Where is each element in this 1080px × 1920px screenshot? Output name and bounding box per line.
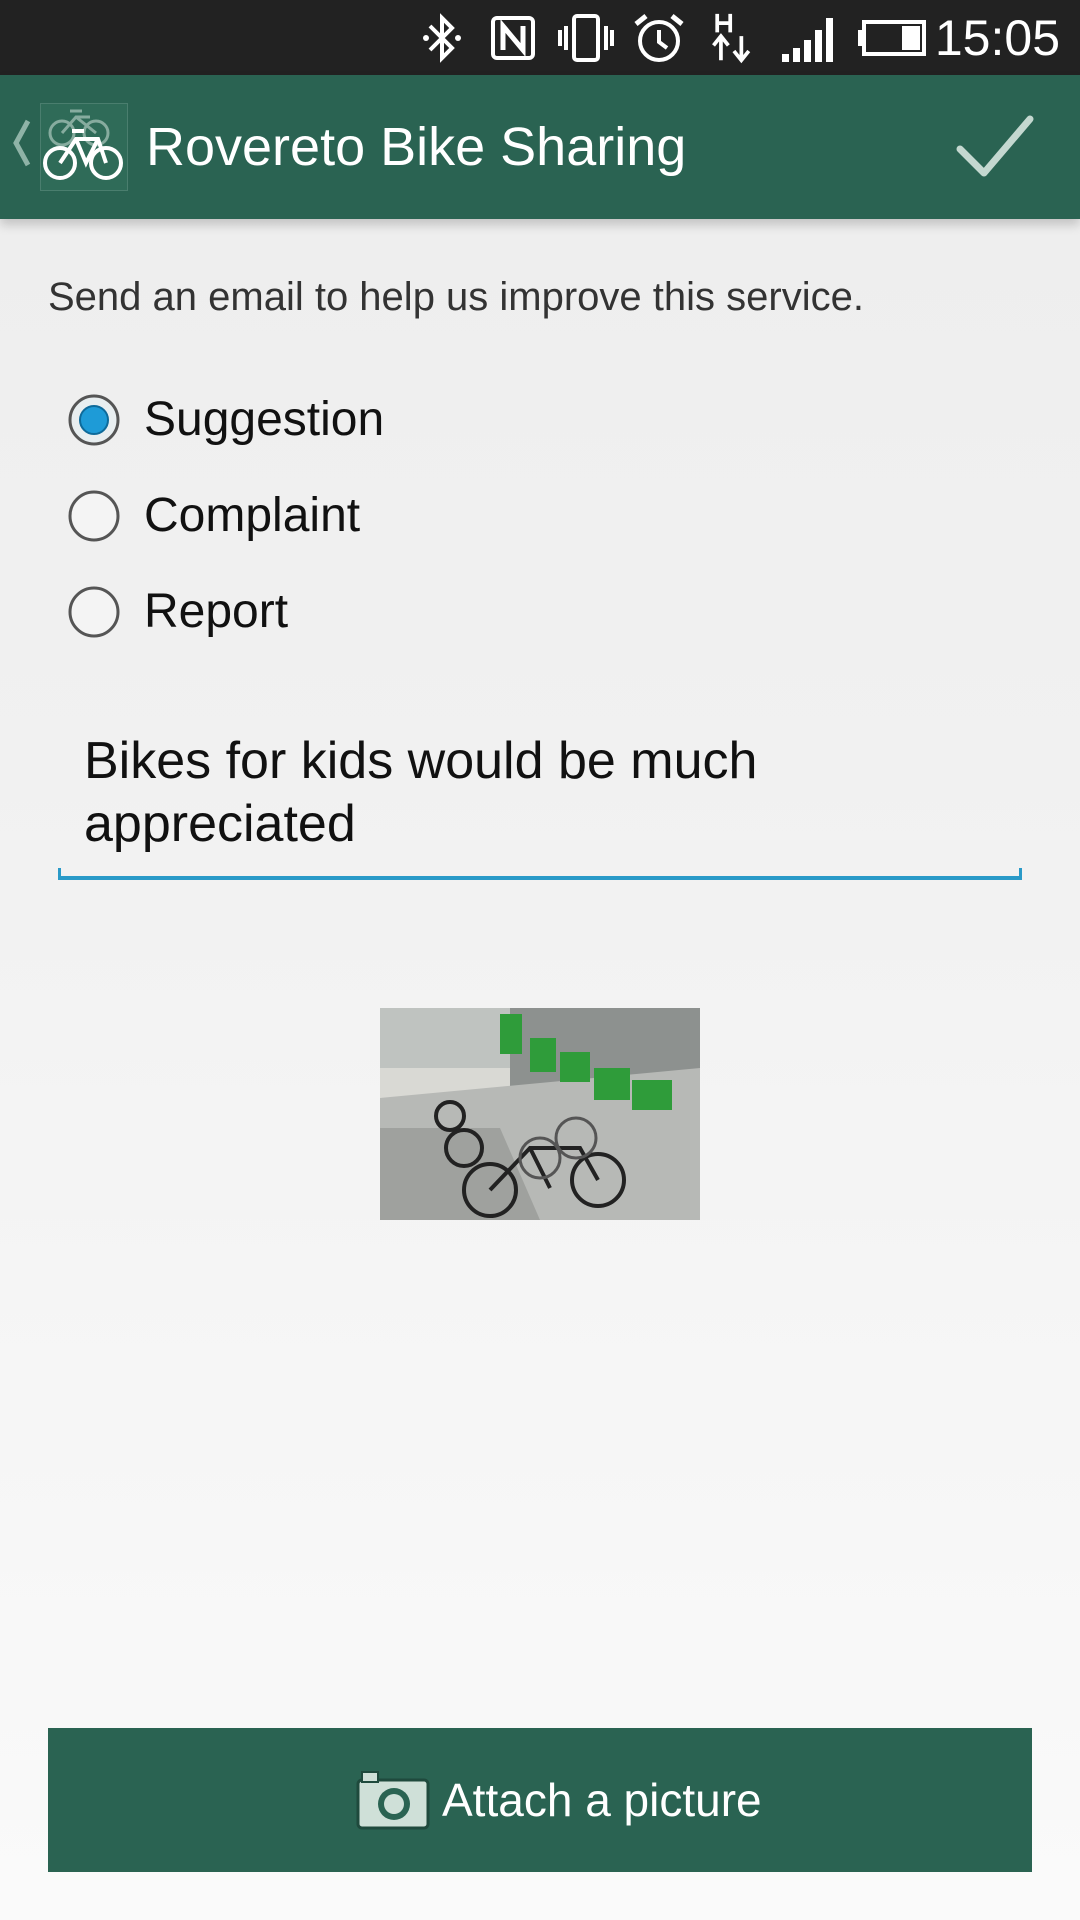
radio-label-report: Report: [144, 585, 289, 638]
attach-picture-button[interactable]: Attach a picture: [48, 1728, 1032, 1872]
radio-suggestion[interactable]: Suggestion: [68, 380, 668, 460]
up-caret-icon[interactable]: [10, 115, 32, 171]
intro-text: Send an email to help us improve this se…: [48, 275, 864, 319]
message-text[interactable]: Bikes for kids would be much appreciated: [84, 730, 984, 856]
radio-report[interactable]: Report: [68, 572, 668, 652]
radio-unselected-icon[interactable]: [68, 490, 120, 542]
vibrate-icon: [558, 14, 614, 62]
message-field[interactable]: Bikes for kids would be much appreciated: [58, 730, 1022, 880]
camera-icon: [356, 1771, 430, 1830]
attached-photo: [380, 1008, 700, 1220]
alarm-icon: [634, 14, 684, 62]
radio-label-suggestion: Suggestion: [144, 393, 385, 446]
status-bar: 15:05: [0, 0, 1080, 75]
radio-label-complaint: Complaint: [144, 489, 361, 542]
status-time: 15:05: [934, 10, 1060, 66]
app-title: Rovereto Bike Sharing: [146, 117, 687, 177]
radio-unselected-icon[interactable]: [68, 586, 120, 638]
action-bar: Rovereto Bike Sharing: [0, 75, 1080, 219]
radio-selected-icon[interactable]: [68, 394, 120, 446]
hspa-data-icon: [712, 13, 751, 64]
field-underline: [58, 868, 1022, 880]
bike-logo-icon[interactable]: [40, 103, 128, 191]
attach-picture-label: Attach a picture: [442, 1774, 762, 1826]
nfc-icon: [491, 16, 535, 60]
checkmark-icon[interactable]: [950, 105, 1040, 189]
battery-icon: [858, 20, 926, 56]
signal-icon: [782, 18, 833, 62]
bluetooth-icon: [423, 13, 461, 63]
radio-complaint[interactable]: Complaint: [68, 476, 668, 556]
